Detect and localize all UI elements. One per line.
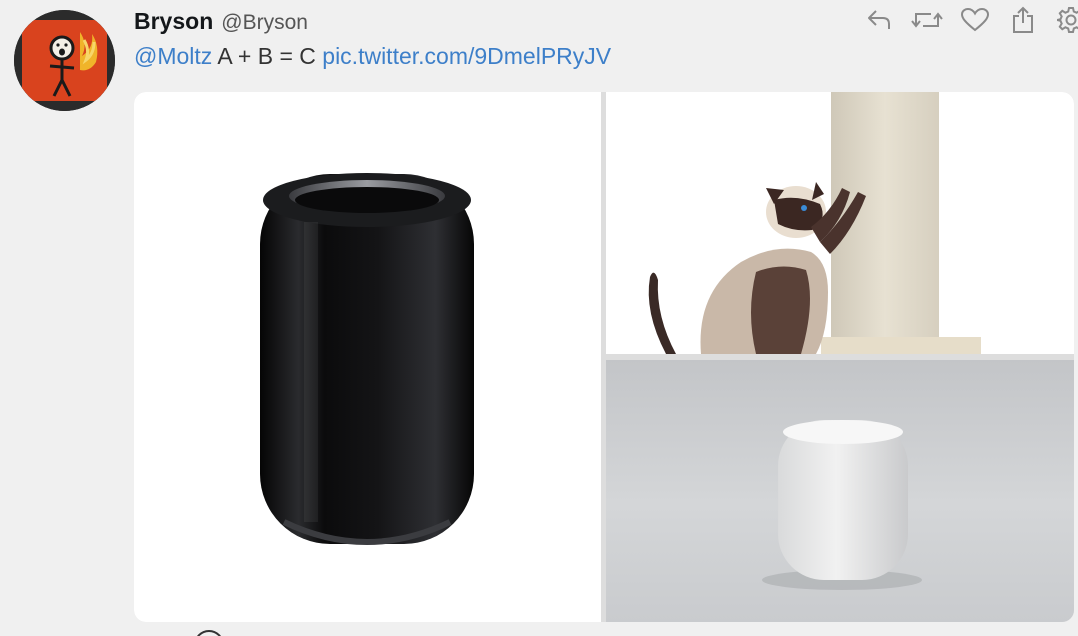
like-icon — [961, 8, 989, 32]
homepod-image — [762, 420, 922, 590]
reply-button[interactable] — [855, 4, 903, 36]
tweet-header: Bryson @Bryson — [134, 8, 308, 36]
like-button[interactable] — [951, 4, 999, 36]
author-avatar[interactable] — [14, 10, 115, 111]
siamese-cat-image — [648, 92, 981, 354]
stick-figure-fire-icon — [14, 10, 115, 111]
tweet: Bryson @Bryson @Moltz A + B = C pic.twit… — [0, 0, 1078, 636]
tweet-text: @Moltz A + B = C pic.twitter.com/9DmelPR… — [134, 43, 611, 70]
media-image-homepod[interactable] — [606, 360, 1074, 622]
tweet-actions — [855, 4, 1078, 36]
mention-link[interactable]: @Moltz — [134, 43, 212, 69]
media-image-mac-pro[interactable] — [134, 92, 601, 622]
tweet-body-text: A + B = C — [212, 43, 323, 69]
author-display-name[interactable]: Bryson — [134, 8, 213, 35]
settings-button[interactable] — [1047, 4, 1078, 36]
media-grid — [134, 92, 1074, 622]
media-link[interactable]: pic.twitter.com/9DmelPRyJV — [322, 43, 611, 69]
next-tweet-avatar[interactable] — [194, 630, 224, 636]
retweet-button[interactable] — [903, 4, 951, 36]
share-button[interactable] — [999, 4, 1047, 36]
author-handle[interactable]: @Bryson — [221, 11, 308, 35]
share-icon — [1013, 6, 1033, 33]
reply-icon — [868, 10, 890, 29]
mac-pro-image — [260, 173, 474, 545]
media-image-cat[interactable] — [606, 92, 1074, 354]
retweet-icon — [911, 12, 943, 28]
settings-gear-icon — [1057, 7, 1078, 33]
